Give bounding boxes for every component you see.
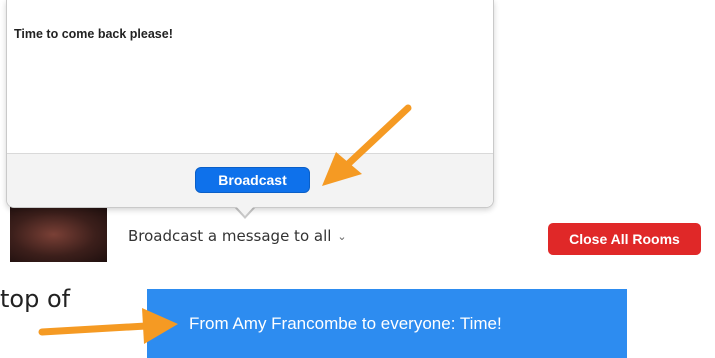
notification-text: From Amy Francombe to everyone: Time! [189, 313, 502, 333]
broadcast-message-text[interactable]: Time to come back please! [14, 27, 173, 41]
breakout-rooms-bottom-bar: Broadcast a message to all ⌄ Close All R… [0, 207, 715, 262]
broadcast-message-popover: Time to come back please! Broadcast [6, 0, 494, 208]
popover-footer: Broadcast [7, 153, 493, 207]
chat-notification-banner[interactable]: From Amy Francombe to everyone: Time! [147, 289, 627, 358]
chevron-down-icon: ⌄ [337, 229, 347, 243]
broadcast-button[interactable]: Broadcast [195, 167, 310, 193]
popover-caret [234, 204, 256, 216]
close-all-rooms-button[interactable]: Close All Rooms [548, 223, 701, 255]
broadcast-dropdown-label: Broadcast a message to all [128, 227, 332, 245]
broadcast-message-dropdown[interactable]: Broadcast a message to all ⌄ [128, 227, 347, 245]
participant-video-thumbnail [10, 207, 107, 262]
arrow-annotation-icon [38, 308, 178, 344]
arrow-annotation-icon [322, 104, 412, 186]
